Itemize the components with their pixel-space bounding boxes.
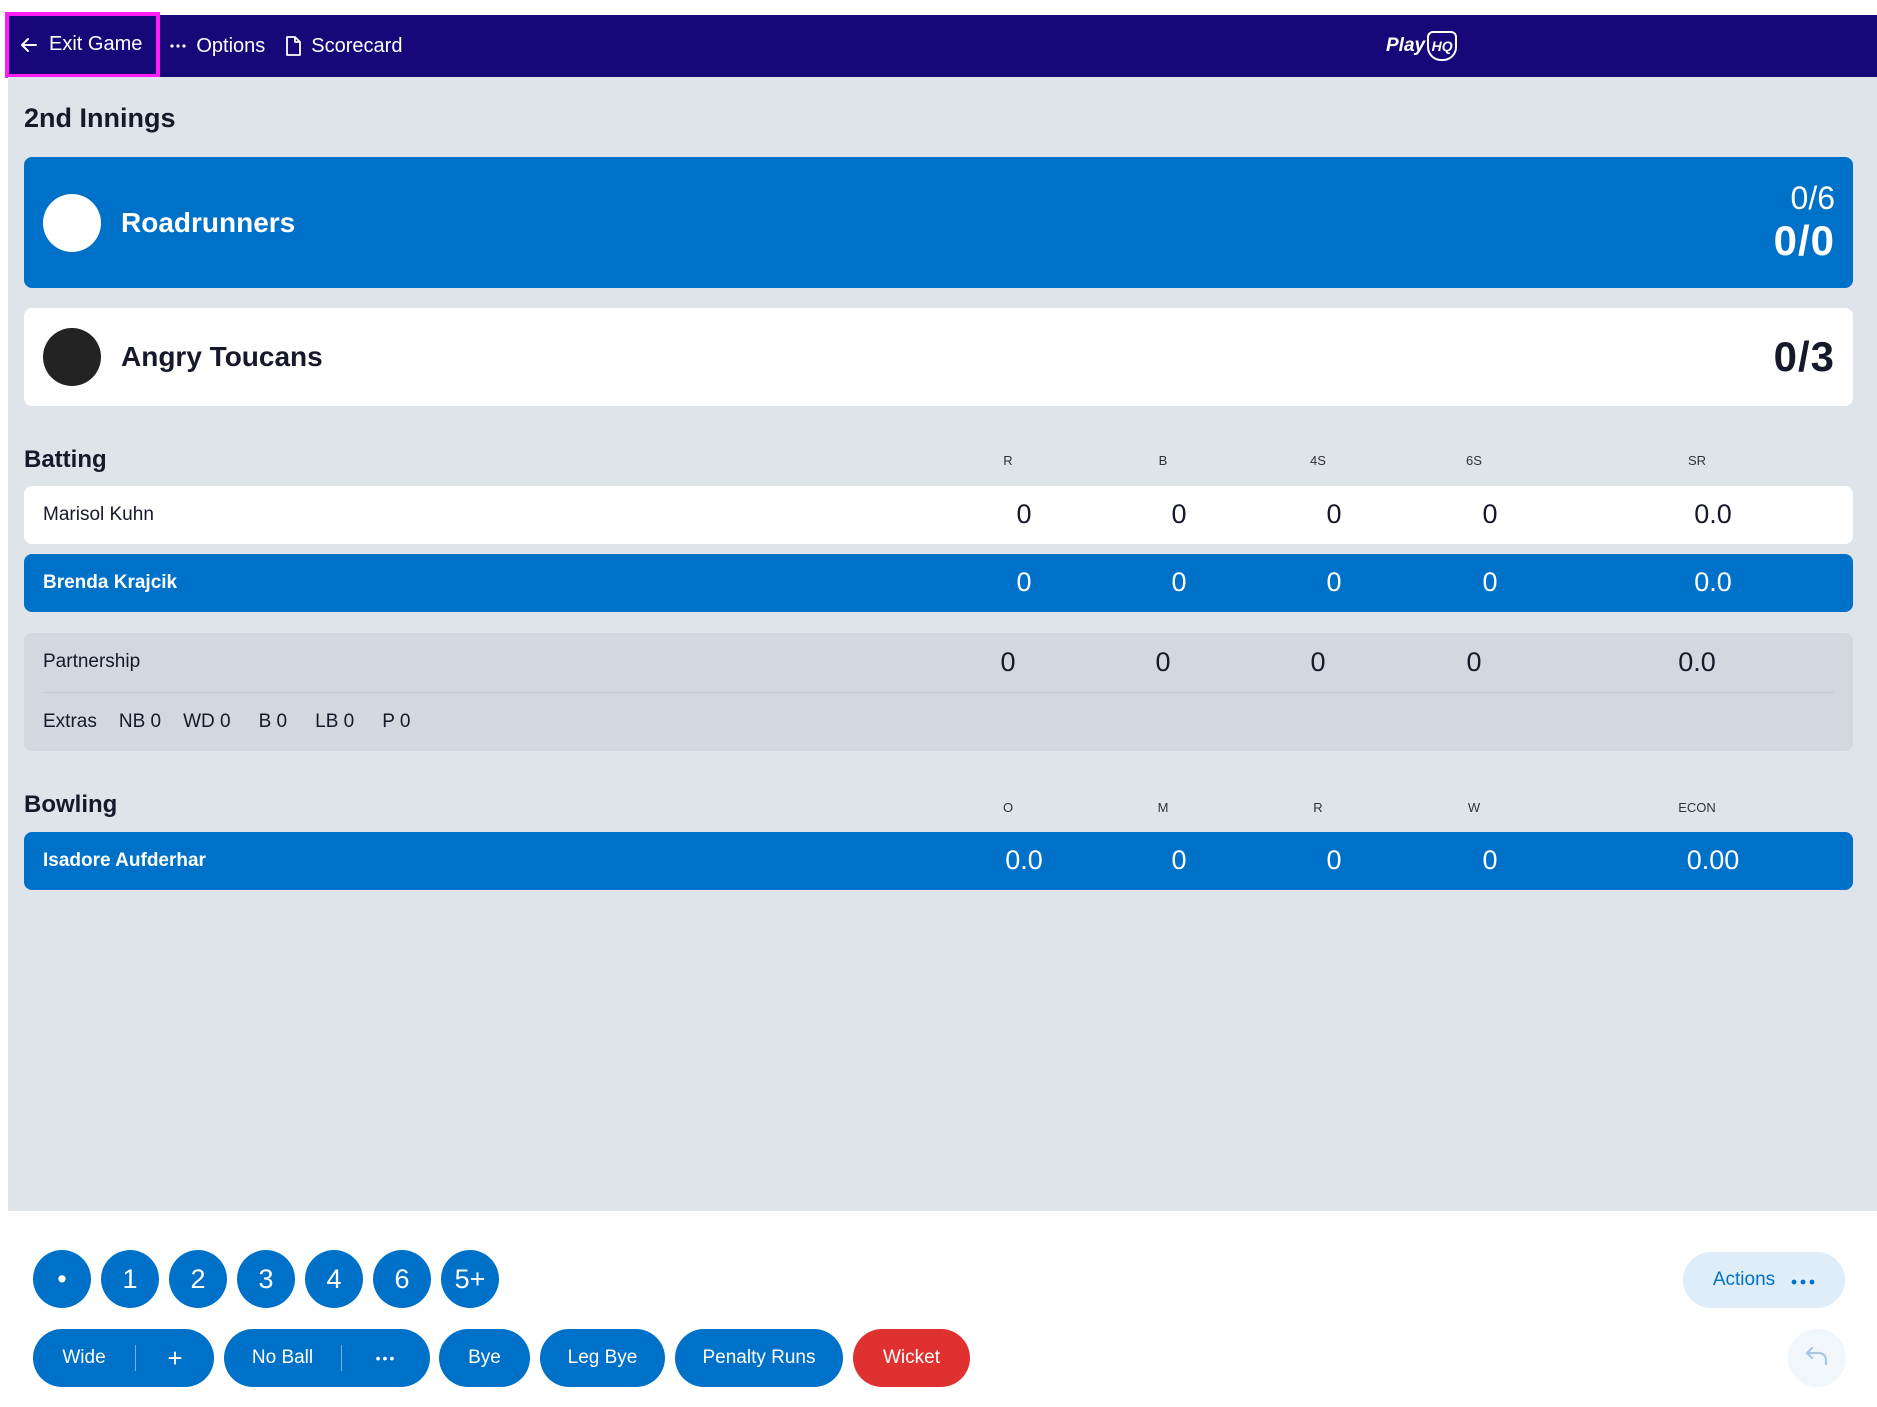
fielding-team-card: Angry Toucans 0/3 xyxy=(24,308,1853,406)
options-button[interactable]: Options xyxy=(160,15,275,77)
actions-button[interactable]: Actions xyxy=(1683,1252,1845,1308)
wide-button[interactable]: Wide xyxy=(33,1329,135,1387)
undo-button[interactable] xyxy=(1788,1329,1846,1387)
batting-header-b: B xyxy=(1158,453,1168,468)
partnership-label: Partnership xyxy=(43,651,141,672)
batter-sixes: 0 xyxy=(1482,499,1498,529)
batter-name: Marisol Kuhn xyxy=(43,504,154,525)
fielding-team-name: Angry Toucans xyxy=(121,341,323,372)
run-4-button[interactable]: 4 xyxy=(305,1250,363,1308)
more-horizontal-icon xyxy=(1791,1269,1815,1291)
batting-header-6s: 6S xyxy=(1466,453,1482,468)
partnership-sixes: 0 xyxy=(1466,647,1482,677)
run-2-button[interactable]: 2 xyxy=(169,1250,227,1308)
batter-sixes: 0 xyxy=(1482,567,1498,597)
arrow-left-icon xyxy=(19,35,39,55)
run-6-button[interactable]: 6 xyxy=(373,1250,431,1308)
extras-no-balls: NB 0 xyxy=(118,711,162,732)
batter-strike-rate: 0.0 xyxy=(1694,567,1732,597)
top-bar: Exit Game Options Scorecard Play HQ xyxy=(5,11,1877,78)
wide-button-group: Wide + xyxy=(33,1329,214,1387)
batting-header-sr: SR xyxy=(1687,453,1707,468)
scoring-panel: 2nd Innings Roadrunners 0/6 0/0 Angry To… xyxy=(8,77,1877,1211)
batter-balls: 0 xyxy=(1171,499,1187,529)
fielding-team-score: 0/3 xyxy=(1774,333,1835,381)
extras-penalty: P 0 xyxy=(382,711,411,732)
wide-plus-button[interactable]: + xyxy=(136,1329,214,1387)
batter-row[interactable]: Marisol Kuhn 0 0 0 0 0.0 xyxy=(24,486,1853,544)
batting-team-name: Roadrunners xyxy=(121,206,296,238)
batting-title: Batting xyxy=(24,446,107,473)
partnership-fours: 0 xyxy=(1310,647,1326,677)
batting-header-4s: 4S xyxy=(1310,453,1326,468)
brand-badge: HQ xyxy=(1427,31,1458,61)
batter-runs: 0 xyxy=(1016,567,1032,597)
bowling-header-economy: ECON xyxy=(1678,800,1716,815)
bowling-header-overs: O xyxy=(1002,800,1014,815)
bowler-runs: 0 xyxy=(1326,845,1342,875)
extras-label: Extras xyxy=(43,711,97,732)
bowler-economy: 0.00 xyxy=(1686,845,1740,875)
no-ball-button[interactable]: No Ball xyxy=(224,1329,341,1387)
batting-team-score: 0/6 0/0 xyxy=(1774,180,1835,265)
actions-label: Actions xyxy=(1712,1269,1776,1290)
bowler-row[interactable]: Isadore Aufderhar 0.0 0 0 0 0.00 xyxy=(24,832,1853,890)
team-logo xyxy=(43,193,101,252)
batter-runs: 0 xyxy=(1016,499,1032,529)
bowler-wickets: 0 xyxy=(1482,845,1498,875)
bowling-header-wickets: W xyxy=(1467,800,1481,815)
batter-name: Brenda Krajcik xyxy=(43,572,178,593)
brand-text: Play xyxy=(1386,35,1426,56)
options-label: Options xyxy=(196,34,266,57)
bowler-name: Isadore Aufderhar xyxy=(43,850,206,871)
no-ball-more-button[interactable]: ••• xyxy=(342,1329,430,1387)
exit-game-label: Exit Game xyxy=(49,33,143,55)
wicket-button[interactable]: Wicket xyxy=(853,1329,970,1387)
batting-team-total: 0/0 xyxy=(1773,217,1835,264)
bowler-overs: 0.0 xyxy=(1005,845,1043,875)
extras-leg-byes: LB 0 xyxy=(315,711,355,732)
undo-icon xyxy=(1804,1345,1830,1372)
divider xyxy=(43,692,1834,693)
bowling-header-maidens: M xyxy=(1157,800,1169,815)
batter-strike-rate: 0.0 xyxy=(1694,499,1732,529)
document-icon xyxy=(285,36,302,56)
fielding-team-total: 0/3 xyxy=(1773,333,1835,380)
batting-team-card: Roadrunners 0/6 0/0 xyxy=(24,157,1853,288)
batting-header-r: R xyxy=(1003,453,1013,468)
extras-wides: WD 0 xyxy=(183,711,231,732)
run-3-button[interactable]: 3 xyxy=(237,1250,295,1308)
scorecard-button[interactable]: Scorecard xyxy=(275,15,412,77)
partnership-runs: 0 xyxy=(1000,647,1016,677)
bowling-header-runs: R xyxy=(1313,800,1323,815)
partnership-balls: 0 xyxy=(1155,647,1171,677)
batter-balls: 0 xyxy=(1171,567,1187,597)
dot-ball-button[interactable]: • xyxy=(33,1250,91,1308)
penalty-runs-button[interactable]: Penalty Runs xyxy=(675,1329,843,1387)
scorecard-label: Scorecard xyxy=(311,34,403,57)
extras-summary: Extras NB 0 WD 0 B 0 LB 0 P 0 xyxy=(43,711,432,733)
batting-team-overs: 0/6 xyxy=(1790,180,1835,216)
innings-title: 2nd Innings xyxy=(24,103,176,133)
extras-byes: B 0 xyxy=(258,711,288,732)
run-1-button[interactable]: 1 xyxy=(101,1250,159,1308)
bowler-maidens: 0 xyxy=(1171,845,1187,875)
batter-fours: 0 xyxy=(1326,567,1342,597)
team-logo xyxy=(43,328,101,386)
partnership-box: Partnership 0 0 0 0 0.0 Extras NB 0 WD 0… xyxy=(24,633,1853,751)
playhq-logo: Play HQ xyxy=(1386,29,1458,63)
partnership-strike-rate: 0.0 xyxy=(1678,647,1716,677)
more-horizontal-icon xyxy=(170,43,186,49)
batter-fours: 0 xyxy=(1326,499,1342,529)
no-ball-button-group: No Ball ••• xyxy=(224,1329,430,1387)
batter-row-on-strike[interactable]: Brenda Krajcik 0 0 0 0 0.0 xyxy=(24,554,1853,612)
bowling-title: Bowling xyxy=(24,791,118,818)
exit-game-button[interactable]: Exit Game xyxy=(5,11,161,78)
bye-button[interactable]: Bye xyxy=(439,1329,530,1387)
leg-bye-button[interactable]: Leg Bye xyxy=(540,1329,665,1387)
run-5-plus-button[interactable]: 5+ xyxy=(441,1250,499,1308)
